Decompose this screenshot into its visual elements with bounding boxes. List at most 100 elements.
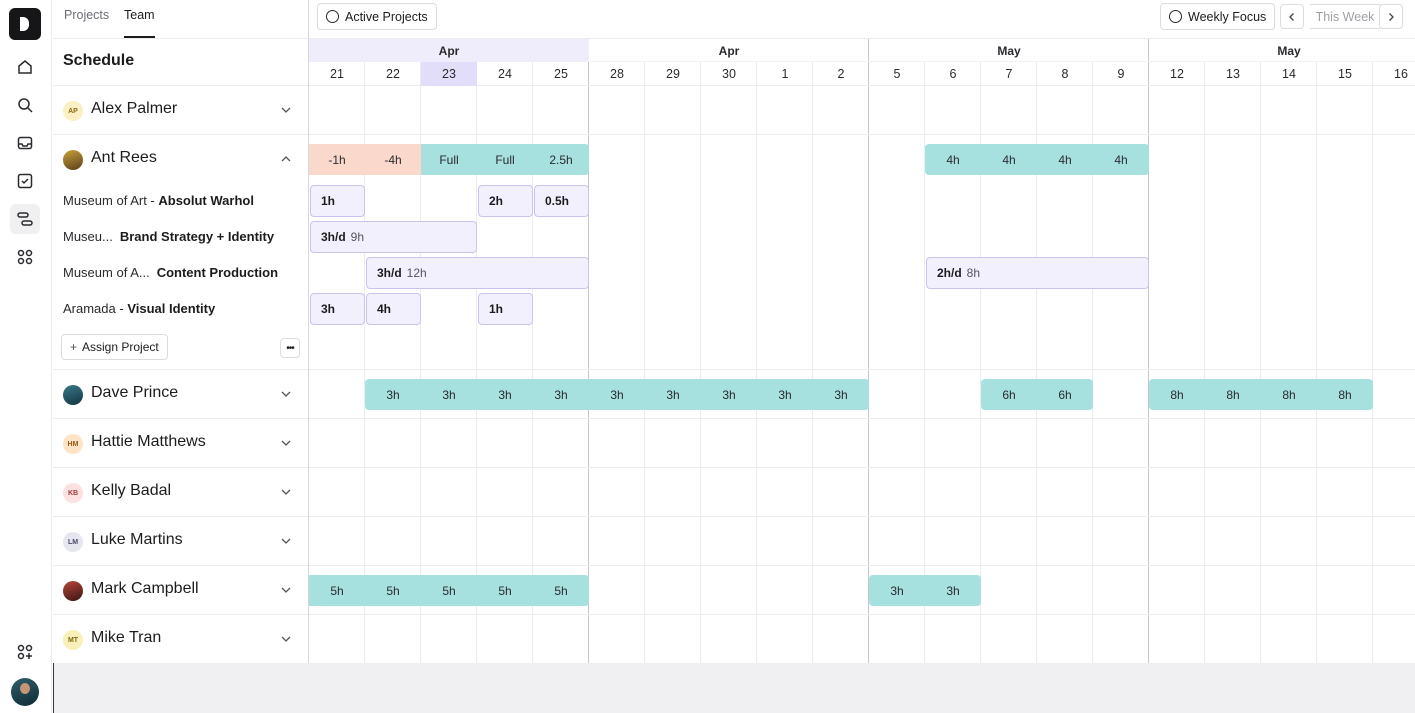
person-row-hattie-matthews[interactable]: HM Hattie Matthews <box>53 419 308 468</box>
task-total: 12h <box>406 266 427 280</box>
capacity-cell[interactable]: 3h <box>701 379 757 410</box>
capacity-cell[interactable]: 3h <box>813 379 869 410</box>
person-row-dave-prince[interactable]: Dave Prince <box>53 370 308 419</box>
chevron-down-icon[interactable] <box>279 485 293 499</box>
task-bar[interactable]: 3h <box>310 293 365 325</box>
day-label: 16 <box>1394 67 1408 81</box>
chevron-down-icon[interactable] <box>279 534 293 548</box>
capacity-cell[interactable]: 3h <box>533 379 589 410</box>
chevron-down-icon[interactable] <box>279 103 293 117</box>
day-label: 30 <box>722 67 736 81</box>
active-projects-button[interactable]: Active Projects <box>317 3 437 30</box>
day-label: 13 <box>1226 67 1240 81</box>
avatar: LM <box>63 532 83 552</box>
day-label: 1 <box>781 67 789 81</box>
person-row-mike-tran[interactable]: MT Mike Tran <box>53 615 308 664</box>
search-icon[interactable] <box>10 90 40 120</box>
home-icon[interactable] <box>10 52 40 82</box>
capacity-cell[interactable]: 8h <box>1261 379 1317 410</box>
task-total: 9h <box>350 230 365 244</box>
capacity-cell[interactable]: 3h <box>869 575 925 606</box>
capacity-cell[interactable]: 5h <box>309 575 365 606</box>
capacity-cell[interactable]: 3h <box>477 379 533 410</box>
capacity-cell[interactable]: -4h <box>365 144 421 175</box>
capacity-cell[interactable]: 5h <box>421 575 477 606</box>
avatar <box>63 581 83 601</box>
capacity-cell[interactable]: 6h <box>981 379 1037 410</box>
project-client: Museum of A... <box>63 265 150 280</box>
chevron-up-icon[interactable] <box>279 152 293 166</box>
chevron-down-icon[interactable] <box>279 583 293 597</box>
user-avatar[interactable] <box>11 678 39 706</box>
capacity-cell[interactable]: 6h <box>1037 379 1093 410</box>
tab-team[interactable]: Team <box>124 8 155 38</box>
capacity-cell[interactable]: 8h <box>1317 379 1373 410</box>
capacity-cell[interactable]: Full <box>421 144 477 175</box>
capacity-cell[interactable]: 5h <box>477 575 533 606</box>
project-row-visual-identity[interactable]: Aramada - Visual Identity <box>63 301 215 316</box>
task-bar[interactable]: 2h/d 8h <box>926 257 1149 289</box>
capacity-cell[interactable]: 3h <box>421 379 477 410</box>
task-rate: 2h/d <box>937 266 962 280</box>
person-name: Mike Tran <box>91 629 162 646</box>
avatar: AP <box>63 101 83 121</box>
capacity-cell[interactable]: 8h <box>1149 379 1205 410</box>
inbox-icon[interactable] <box>10 128 40 158</box>
task-hours: 1h <box>489 302 504 316</box>
capacity-cell[interactable]: 3h <box>925 575 981 606</box>
project-row-brand-strategy[interactable]: Museu... Brand Strategy + Identity <box>63 229 274 244</box>
chevron-down-icon[interactable] <box>279 632 293 646</box>
tasks-icon[interactable] <box>10 166 40 196</box>
task-bar[interactable]: 4h <box>366 293 421 325</box>
prev-week-button[interactable] <box>1280 4 1304 29</box>
capacity-cell[interactable]: 4h <box>1093 144 1149 175</box>
capacity-cell[interactable]: 3h <box>757 379 813 410</box>
task-bar[interactable]: 3h/d 9h <box>310 221 477 253</box>
add-apps-icon[interactable] <box>10 637 40 667</box>
task-rate: 3h/d <box>321 230 346 244</box>
this-week-button[interactable]: This Week <box>1310 4 1380 29</box>
person-row-kelly-badal[interactable]: KB Kelly Badal <box>53 468 308 517</box>
capacity-cell[interactable]: 4h <box>1037 144 1093 175</box>
project-name: Content Production <box>156 265 279 280</box>
apps-icon[interactable] <box>10 242 40 272</box>
capacity-cell[interactable]: 4h <box>981 144 1037 175</box>
app-logo[interactable] <box>9 8 41 40</box>
project-row-absolut-warhol[interactable]: Museum of Art - Absolut Warhol <box>63 193 254 208</box>
capacity-cell[interactable]: Full <box>477 144 533 175</box>
capacity-cell[interactable]: 5h <box>533 575 589 606</box>
project-row-content-production[interactable]: Museum of A... Content Production <box>63 265 278 280</box>
person-row-luke-martins[interactable]: LM Luke Martins <box>53 517 308 566</box>
chevron-down-icon[interactable] <box>279 436 293 450</box>
day-label: 12 <box>1170 67 1184 81</box>
capacity-cell[interactable]: 3h <box>589 379 645 410</box>
weekly-focus-button[interactable]: Weekly Focus <box>1160 3 1276 30</box>
task-bar[interactable]: 0.5h <box>534 185 589 217</box>
capacity-cell[interactable]: -1h <box>309 144 365 175</box>
toolbar: Active Projects Weekly Focus This Week <box>308 0 1415 39</box>
capacity-cell[interactable]: 4h <box>925 144 981 175</box>
capacity-cell[interactable]: 5h <box>365 575 421 606</box>
capacity-cell[interactable]: 2.5h <box>533 144 589 175</box>
assign-project-button[interactable]: + Assign Project <box>61 334 168 360</box>
capacity-cell[interactable]: 3h <box>645 379 701 410</box>
day-label: 21 <box>330 67 344 81</box>
task-bar[interactable]: 1h <box>478 293 533 325</box>
task-bar[interactable]: 1h <box>310 185 365 217</box>
next-week-button[interactable] <box>1379 4 1403 29</box>
app-rail <box>0 0 52 713</box>
task-bar[interactable]: 3h/d 12h <box>366 257 589 289</box>
capacity-cell[interactable]: 3h <box>365 379 421 410</box>
tab-projects[interactable]: Projects <box>64 8 109 38</box>
person-row-mark-campbell[interactable]: Mark Campbell <box>53 566 308 615</box>
person-row-alex-palmer[interactable]: AP Alex Palmer <box>53 86 308 135</box>
more-options-button[interactable]: ••• <box>280 338 300 358</box>
task-hours: 3h <box>321 302 336 316</box>
person-name: Ant Rees <box>91 149 157 166</box>
month-label: May <box>1277 43 1301 58</box>
person-row-ant-rees[interactable]: Ant Rees Museum of Art - Absolut Warhol … <box>53 135 308 370</box>
chevron-down-icon[interactable] <box>279 387 293 401</box>
task-bar[interactable]: 2h <box>478 185 533 217</box>
capacity-cell[interactable]: 8h <box>1205 379 1261 410</box>
schedule-icon[interactable] <box>10 204 40 234</box>
